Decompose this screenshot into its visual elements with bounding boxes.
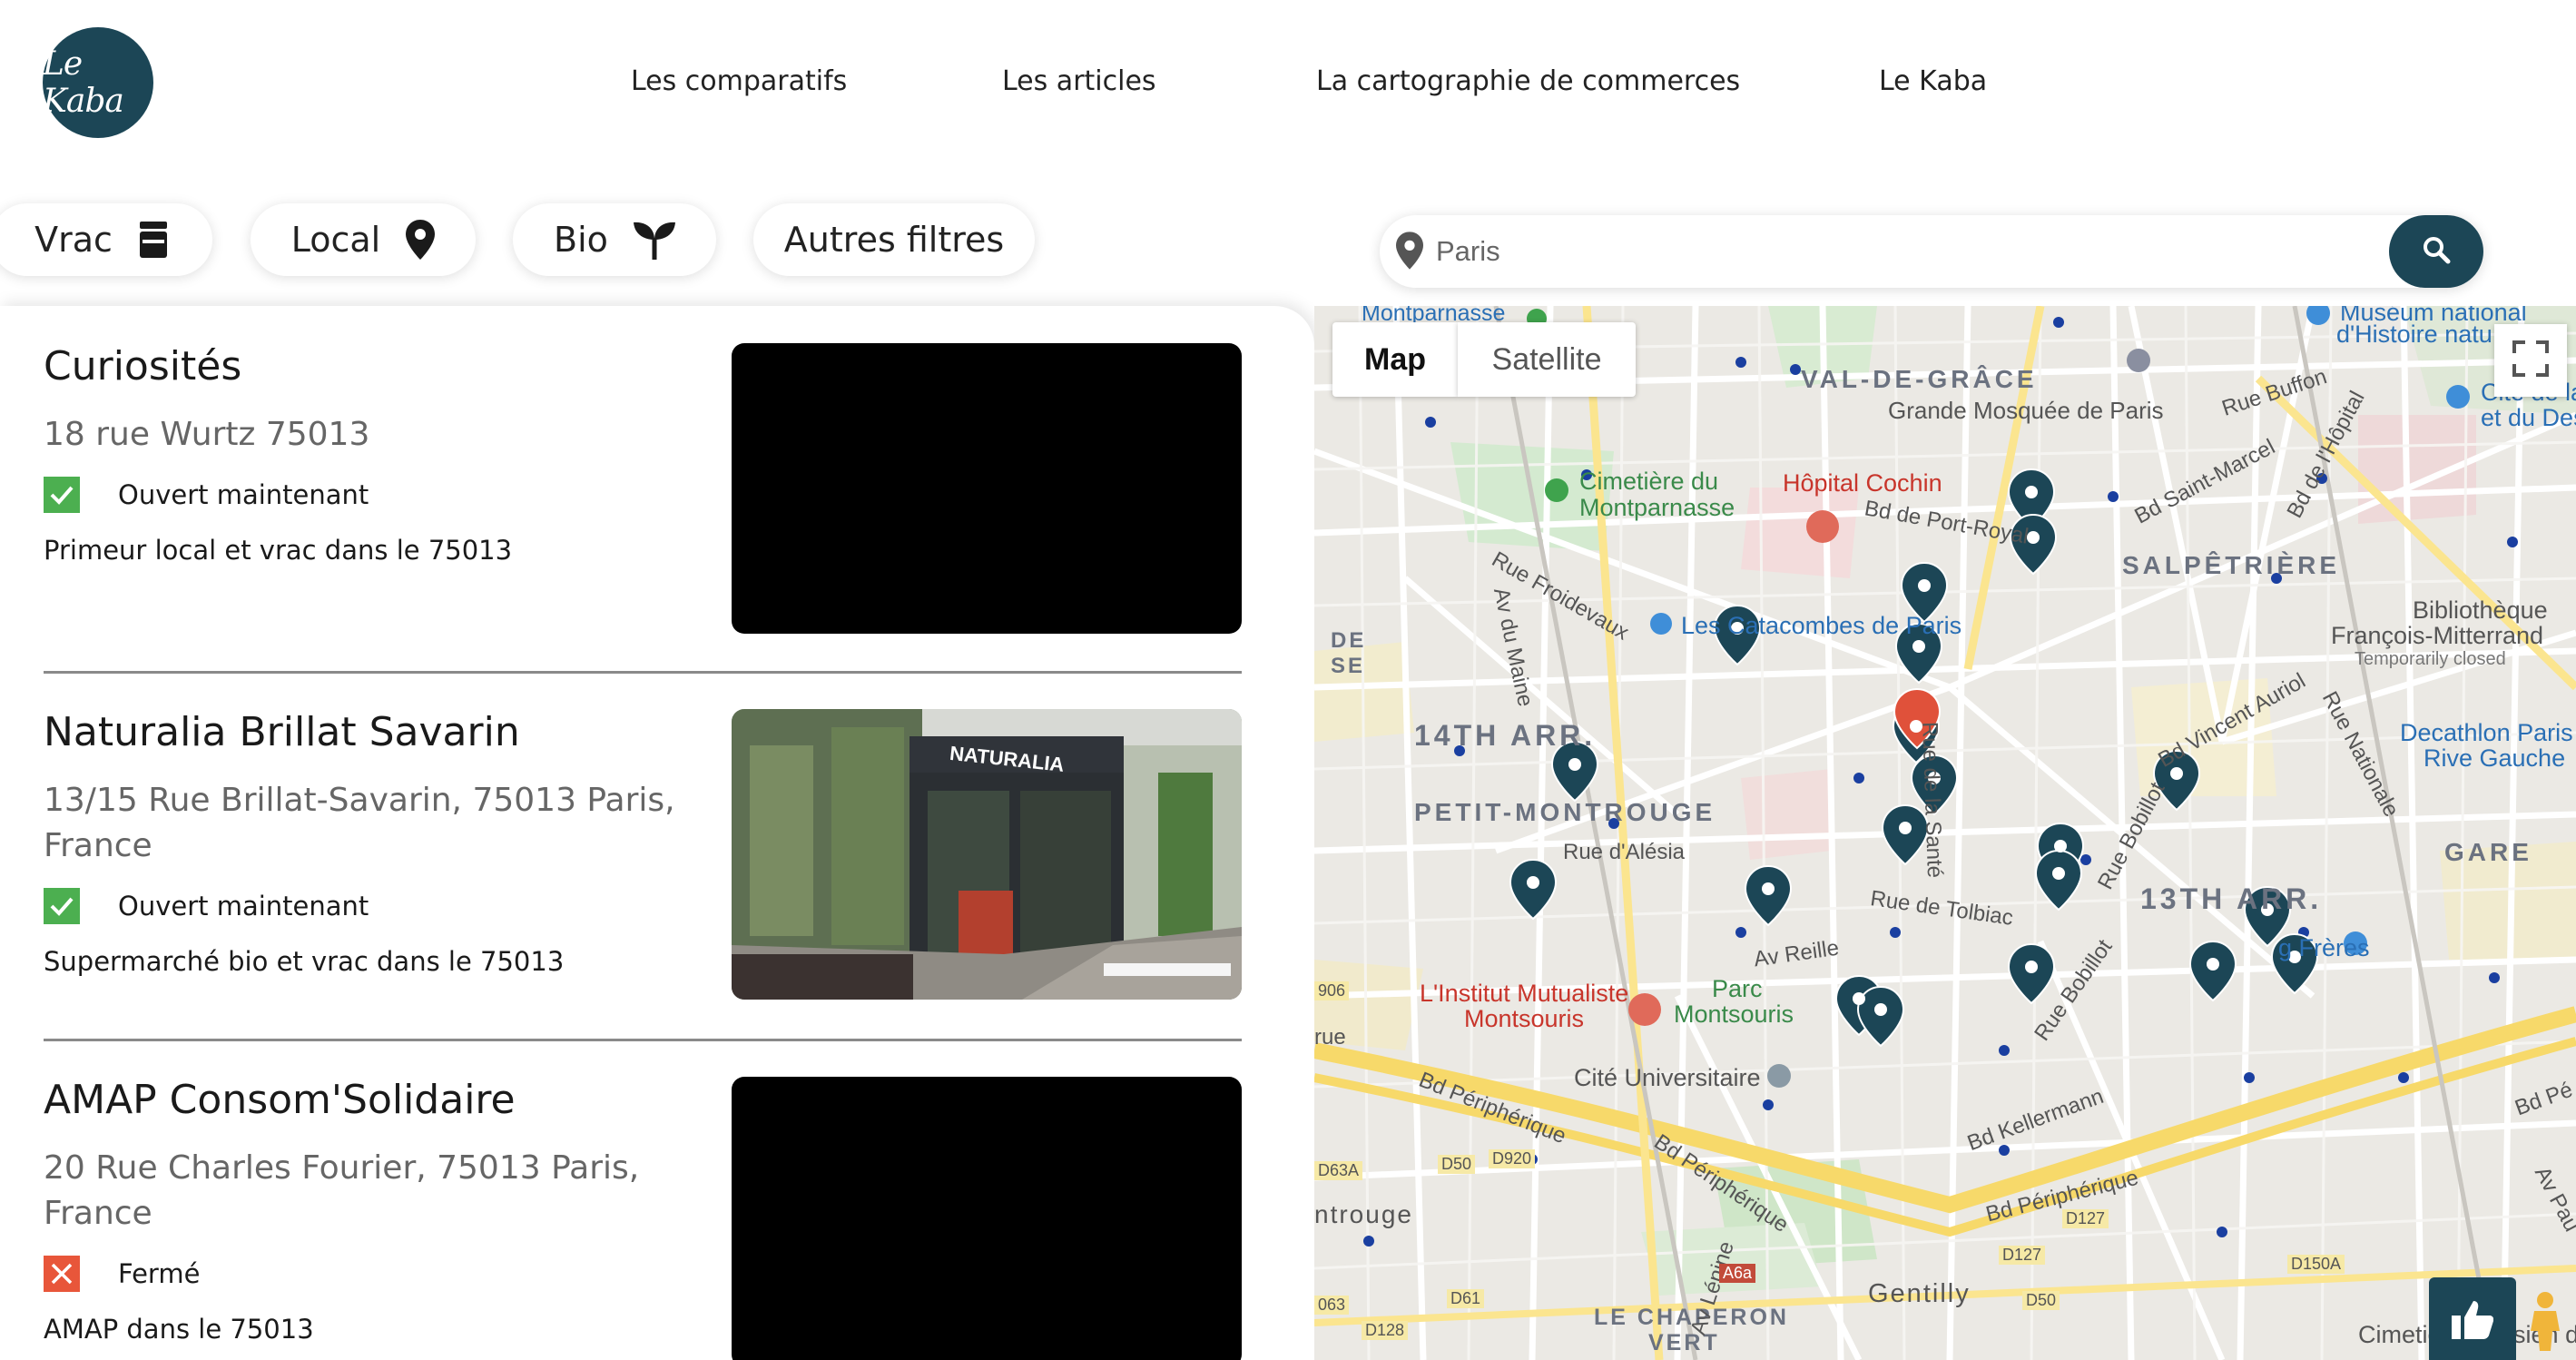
- shop-card[interactable]: Naturalia Brillat Savarin 13/15 Rue Bril…: [0, 674, 1314, 1040]
- shop-status-text: Fermé: [118, 1258, 201, 1289]
- filter-local-button[interactable]: Local: [251, 203, 476, 276]
- road-shield: D61: [1447, 1289, 1485, 1308]
- map-label: François-Mitterrand: [2331, 622, 2544, 649]
- map-label: SALPÊTRIÈRE: [2122, 551, 2341, 579]
- map-label: Montsouris: [1674, 1000, 1794, 1028]
- map[interactable]: VAL-DE-GRÂCE Grande Mosquée de Paris SAL…: [1314, 306, 2576, 1360]
- shop-description: AMAP dans le 75013: [44, 1314, 314, 1345]
- shop-name[interactable]: Naturalia Brillat Savarin: [44, 709, 520, 755]
- map-label: GARE: [2444, 838, 2532, 866]
- map-label: Temporarily closed: [2355, 649, 2506, 669]
- shop-status: Fermé: [44, 1256, 200, 1292]
- thumbs-up-icon: [2452, 1299, 2494, 1343]
- map-label: VAL-DE-GRÂCE: [1801, 365, 2038, 393]
- map-label: DE: [1331, 628, 1367, 653]
- map-label: Decathlon Paris: [2400, 719, 2573, 746]
- map-label: Cimetière du: [1579, 468, 1719, 495]
- filter-autres-button[interactable]: Autres filtres: [753, 203, 1035, 276]
- shop-card[interactable]: Curiosités 18 rue Wurtz 75013 Ouvert mai…: [0, 306, 1314, 673]
- map-type-satellite-button[interactable]: Satellite: [1458, 322, 1636, 397]
- shop-status: Ouvert maintenant: [44, 477, 369, 513]
- shop-address: 18 rue Wurtz 75013: [44, 416, 370, 453]
- map-type-map-button[interactable]: Map: [1332, 322, 1458, 397]
- search-button[interactable]: [2389, 215, 2483, 288]
- nav-cartographie[interactable]: La cartographie de commerces: [1316, 65, 1740, 97]
- shop-photo[interactable]: [732, 343, 1242, 634]
- road-shield: D128: [1362, 1321, 1409, 1340]
- map-label: Bibliothèque: [2413, 596, 2548, 624]
- logo[interactable]: Le Kaba: [43, 27, 153, 138]
- shop-photo[interactable]: NATURALIA: [732, 709, 1242, 1000]
- search-bar: [1380, 215, 2483, 288]
- logo-text: Le Kaba: [43, 45, 124, 120]
- map-label: SE: [1331, 654, 1366, 678]
- filter-local-label: Local: [290, 220, 381, 260]
- road-shield: D150A: [2287, 1255, 2345, 1274]
- map-label: Cité Universitaire: [1574, 1064, 1761, 1091]
- shop-description: Supermarché bio et vrac dans le 75013: [44, 946, 565, 977]
- road-shield: A6a: [1719, 1264, 1756, 1283]
- shop-name[interactable]: AMAP Consom'Solidaire: [44, 1077, 516, 1123]
- location-pin-icon: [406, 220, 436, 260]
- shop-name[interactable]: Curiosités: [44, 343, 241, 389]
- nav-comparatifs[interactable]: Les comparatifs: [631, 65, 847, 97]
- map-label: Montsouris: [1464, 1005, 1585, 1032]
- map-label: L'Institut Mutualiste: [1420, 980, 1629, 1007]
- location-pin-icon: [1396, 232, 1423, 273]
- filter-bio-button[interactable]: Bio: [513, 203, 716, 276]
- check-icon: [44, 888, 80, 924]
- magnifier-icon: [2422, 235, 2451, 268]
- filter-vrac-button[interactable]: Vrac: [0, 203, 212, 276]
- shop-status-text: Ouvert maintenant: [118, 479, 369, 510]
- shop-description: Primeur local et vrac dans le 75013: [44, 535, 513, 566]
- road-shield: D50: [1438, 1155, 1476, 1174]
- nav-le-kaba[interactable]: Le Kaba: [1879, 65, 1987, 97]
- shop-status-text: Ouvert maintenant: [118, 891, 369, 921]
- road-label: Rue d'Alésia: [1563, 840, 1685, 864]
- map-label: Montparnasse: [1579, 494, 1735, 521]
- map-label: Grande Mosquée de Paris: [1888, 397, 2164, 424]
- road-shield: D127: [2062, 1209, 2109, 1228]
- check-icon: [44, 477, 80, 513]
- shop-list: Curiosités 18 rue Wurtz 75013 Ouvert mai…: [0, 306, 1314, 1360]
- map-label: d'Histoire natu: [2336, 320, 2492, 348]
- map-label: Gentilly: [1868, 1279, 1971, 1308]
- filter-bio-label: Bio: [554, 220, 608, 260]
- shop-address: 13/15 Rue Brillat-Savarin, 75013 Paris, …: [44, 782, 675, 864]
- road-label: rue: [1314, 1025, 1346, 1050]
- shop-address: 20 Rue Charles Fourier, 75013 Paris, Fra…: [44, 1149, 640, 1232]
- map-label: 13TH ARR.: [2140, 882, 2323, 915]
- map-label: Les Catacombes de Paris: [1681, 612, 1962, 639]
- map-label: PETIT-MONTROUGE: [1414, 798, 1716, 826]
- map-label: g Frères: [2278, 934, 2370, 961]
- jar-icon: [138, 222, 169, 258]
- shop-card[interactable]: AMAP Consom'Solidaire 20 Rue Charles Fou…: [0, 1041, 1314, 1360]
- shop-photo[interactable]: [732, 1077, 1242, 1360]
- road-shield: D63A: [1314, 1161, 1363, 1180]
- road-shield: D127: [1999, 1246, 2046, 1265]
- map-label: Hôpital Cochin: [1783, 469, 1942, 497]
- shop-status: Ouvert maintenant: [44, 888, 369, 924]
- close-icon: [44, 1256, 80, 1292]
- road-shield: 906: [1314, 981, 1350, 1000]
- sprout-icon: [633, 220, 675, 260]
- fullscreen-icon: [2512, 340, 2549, 380]
- map-label: Parc: [1712, 975, 1763, 1002]
- nav-articles[interactable]: Les articles: [1002, 65, 1156, 97]
- page: Le Kaba Les comparatifs Les articles La …: [0, 0, 2576, 1360]
- fullscreen-button[interactable]: [2494, 324, 2567, 397]
- road-shield: 063: [1314, 1296, 1350, 1315]
- search-input[interactable]: [1436, 228, 2344, 275]
- filter-autres-label: Autres filtres: [783, 220, 1005, 260]
- map-label: ntrouge: [1314, 1200, 1413, 1228]
- filter-vrac-label: Vrac: [34, 220, 113, 260]
- road-shield: D920: [1489, 1149, 1536, 1168]
- map-label: Rive Gauche: [2424, 744, 2566, 772]
- road-shield: D50: [2022, 1291, 2060, 1310]
- road-label: Rue de la Santé: [1917, 721, 1948, 879]
- map-label: et du Des: [2481, 404, 2576, 431]
- like-button[interactable]: [2429, 1277, 2516, 1360]
- map-label: 14TH ARR.: [1414, 719, 1597, 752]
- street-view-pegman-icon[interactable]: [2527, 1291, 2563, 1355]
